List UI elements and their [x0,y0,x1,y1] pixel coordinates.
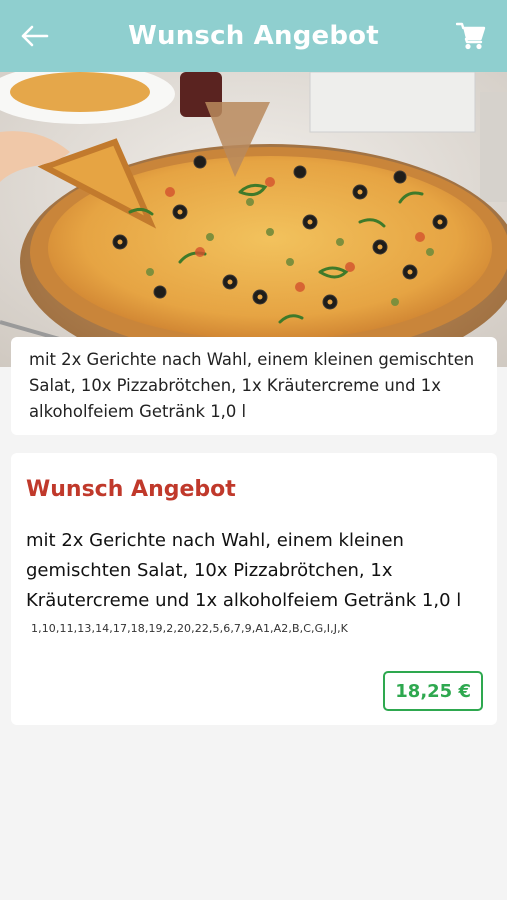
back-button[interactable] [14,18,54,54]
product-title: Wunsch Angebot [26,477,236,502]
product-description: mit 2x Gerichte nach Wahl, einem kleinen… [26,530,462,611]
allergen-codes: 1,10,11,13,14,17,18,19,2,20,22,5,6,7,9,A… [31,622,348,635]
pizza-photo [0,72,507,367]
shopping-cart-icon [456,22,486,50]
page-title: Wunsch Angebot [128,21,379,51]
arrow-left-icon [21,25,49,47]
hero-image [0,72,507,367]
hero-description: mit 2x Gerichte nach Wahl, einem kleinen… [11,337,497,435]
product-card[interactable]: Wunsch Angebot mit 2x Gerichte nach Wahl… [11,453,497,725]
cart-button[interactable] [451,16,491,56]
price-button[interactable]: 18,25 € [383,671,483,711]
app-header: Wunsch Angebot [0,0,507,72]
